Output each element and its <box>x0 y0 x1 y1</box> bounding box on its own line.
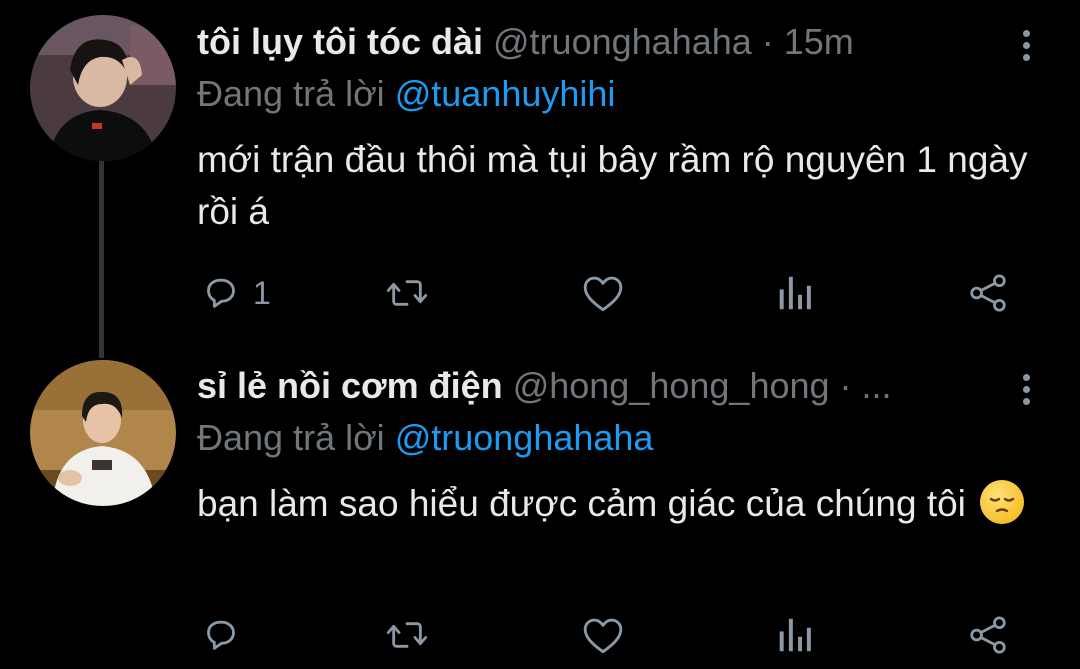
action-bar: 1 <box>197 268 1017 318</box>
like-button[interactable] <box>581 610 625 660</box>
author-handle-timestamp[interactable]: @hong_hong_hong · ... <box>513 365 892 406</box>
share-button[interactable] <box>967 610 1009 660</box>
tweet-header: sỉ lẻ nồi cơm điện @hong_hong_hong · ... <box>197 364 1010 408</box>
reply-button[interactable]: 1 <box>201 268 271 318</box>
reply-mention-link[interactable]: @truonghahaha <box>395 417 654 458</box>
share-icon <box>970 616 1006 654</box>
heart-icon <box>583 618 623 654</box>
avatar[interactable] <box>30 360 176 506</box>
tweet-text: mới trận đầu thôi mà tụi bây rầm rộ nguy… <box>197 139 1028 232</box>
retweet-button[interactable] <box>385 268 429 318</box>
more-vertical-icon[interactable] <box>1020 26 1032 66</box>
tweet-header: tôi lụy tôi tóc dài @truonghahaha · 15m <box>197 20 1010 64</box>
pensive-face-emoji-icon <box>980 480 1025 524</box>
views-button[interactable] <box>777 610 813 660</box>
author-name[interactable]: sỉ lẻ nồi cơm điện <box>197 365 503 406</box>
author-name[interactable]: tôi lụy tôi tóc dài <box>197 21 483 62</box>
author-handle-timestamp[interactable]: @truonghahaha · 15m <box>493 21 854 62</box>
reply-prefix: Đang trả lời <box>197 73 385 114</box>
reply-count: 1 <box>253 274 271 311</box>
reply-mention-link[interactable]: @tuanhuyhihi <box>395 73 616 114</box>
retweet-button[interactable] <box>385 610 429 660</box>
reply-button[interactable] <box>201 610 253 660</box>
reply-prefix: Đang trả lời <box>197 417 385 458</box>
replying-to: Đang trả lời @tuanhuyhihi <box>197 72 615 116</box>
retweet-icon <box>386 280 428 306</box>
heart-icon <box>583 276 623 312</box>
retweet-icon <box>386 622 428 648</box>
share-button[interactable] <box>967 268 1009 318</box>
reply-icon <box>207 278 235 308</box>
tweet-text-content: bạn làm sao hiểu được cảm giác của chúng… <box>197 483 966 524</box>
action-bar <box>197 610 1017 660</box>
tweet-text: bạn làm sao hiểu được cảm giác của chúng… <box>197 478 1047 530</box>
analytics-icon <box>779 618 811 652</box>
analytics-icon <box>779 276 811 310</box>
reply-icon <box>207 620 235 650</box>
avatar[interactable] <box>30 15 176 161</box>
like-button[interactable] <box>581 268 625 318</box>
replying-to: Đang trả lời @truonghahaha <box>197 416 653 460</box>
views-button[interactable] <box>777 268 813 318</box>
share-icon <box>970 274 1006 312</box>
tweet-2[interactable]: sỉ lẻ nồi cơm điện @hong_hong_hong · ...… <box>0 340 1080 669</box>
tweet-1[interactable]: tôi lụy tôi tóc dài @truonghahaha · 15m … <box>0 0 1080 340</box>
more-vertical-icon[interactable] <box>1020 370 1032 410</box>
